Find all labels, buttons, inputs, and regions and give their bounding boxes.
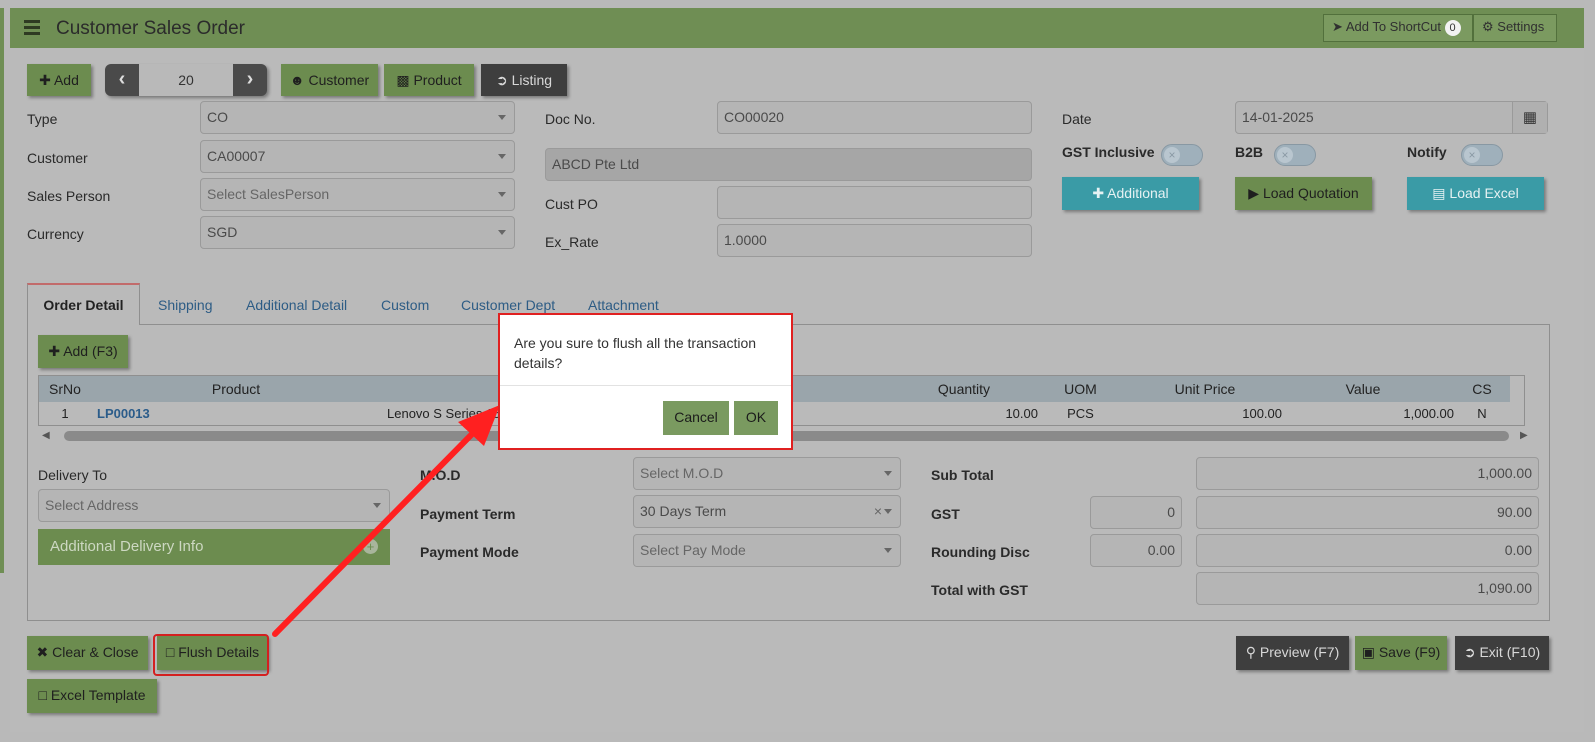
dialog-message: Are you sure to flush all the transactio… [514,335,757,371]
dialog-divider [500,385,791,386]
annotation-arrow [272,405,500,637]
arrow-shaft [272,425,481,637]
ok-button[interactable]: OK [734,401,778,435]
cancel-button[interactable]: Cancel [663,401,729,435]
confirm-dialog: Are you sure to flush all the transactio… [498,313,793,450]
